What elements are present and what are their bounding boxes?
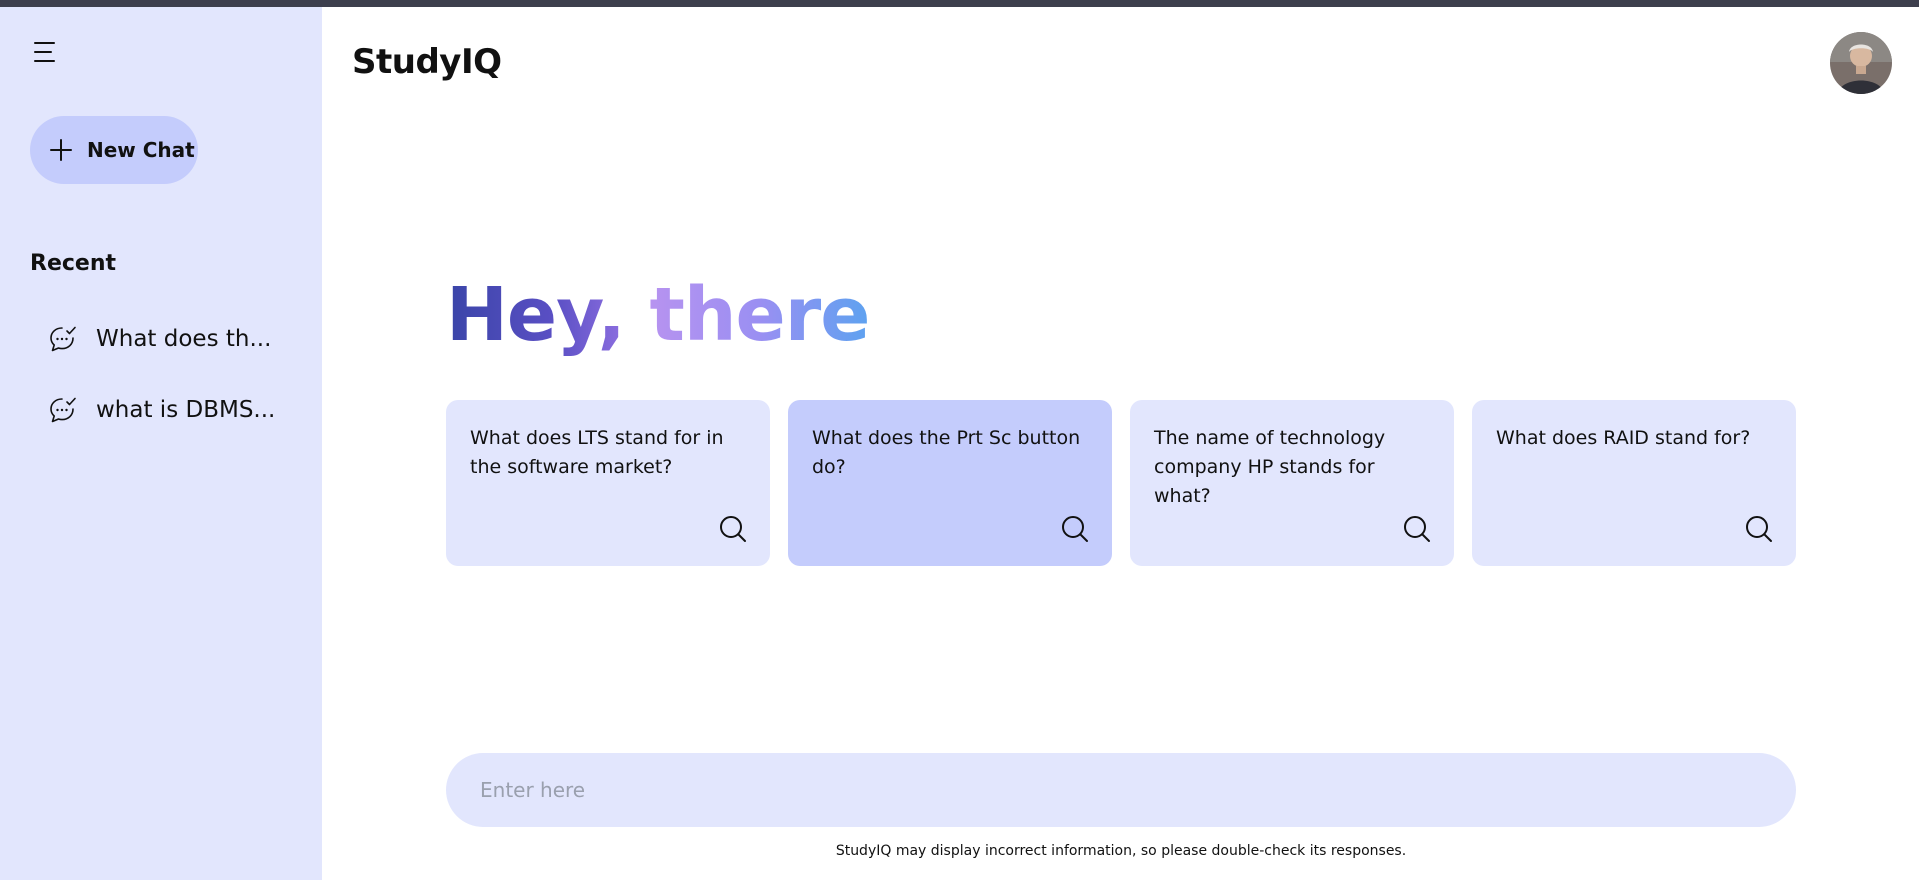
window-top-strip: [0, 0, 1919, 7]
recent-item-label: what is DBMS...: [96, 397, 276, 423]
suggestion-text: The name of technology company HP stands…: [1154, 427, 1386, 507]
new-chat-label: New Chat: [87, 138, 195, 162]
suggestion-card[interactable]: What does LTS stand for in the software …: [446, 400, 770, 566]
suggestion-text: What does the Prt Sc button do?: [812, 427, 1081, 478]
disclaimer-text: StudyIQ may display incorrect informatio…: [835, 843, 1407, 859]
suggestion-text: What does LTS stand for in the software …: [470, 427, 724, 478]
sidebar: New Chat Recent What does th... what is …: [0, 7, 322, 880]
search-icon: [1060, 514, 1090, 544]
new-chat-button[interactable]: New Chat: [30, 116, 198, 184]
recent-item[interactable]: What does th...: [48, 319, 308, 359]
greeting-heading: Hey, there: [446, 272, 871, 358]
chat-bubble-icon: [48, 395, 78, 425]
search-icon: [718, 514, 748, 544]
app-title: StudyIQ: [352, 42, 502, 82]
recent-item-label: What does th...: [96, 326, 272, 352]
suggestion-text: What does RAID stand for?: [1496, 427, 1751, 449]
main-area: StudyIQ Hey, there What does LTS stand f…: [322, 7, 1919, 880]
greeting-word-there: there: [649, 272, 871, 358]
search-icon: [1744, 514, 1774, 544]
user-avatar[interactable]: [1830, 32, 1892, 94]
suggestion-card[interactable]: What does the Prt Sc button do?: [788, 400, 1112, 566]
prompt-input-container: [446, 753, 1796, 827]
prompt-input[interactable]: [446, 753, 1796, 827]
search-icon: [1402, 514, 1432, 544]
greeting-word-hey: Hey,: [446, 272, 626, 358]
plus-icon: [49, 138, 73, 162]
chat-bubble-icon: [48, 324, 78, 354]
suggestion-card[interactable]: What does RAID stand for?: [1472, 400, 1796, 566]
recent-item[interactable]: what is DBMS...: [48, 390, 308, 430]
menu-icon[interactable]: [30, 35, 64, 69]
suggestion-card[interactable]: The name of technology company HP stands…: [1130, 400, 1454, 566]
suggestion-cards: What does LTS stand for in the software …: [446, 400, 1796, 566]
recent-heading: Recent: [30, 251, 117, 276]
